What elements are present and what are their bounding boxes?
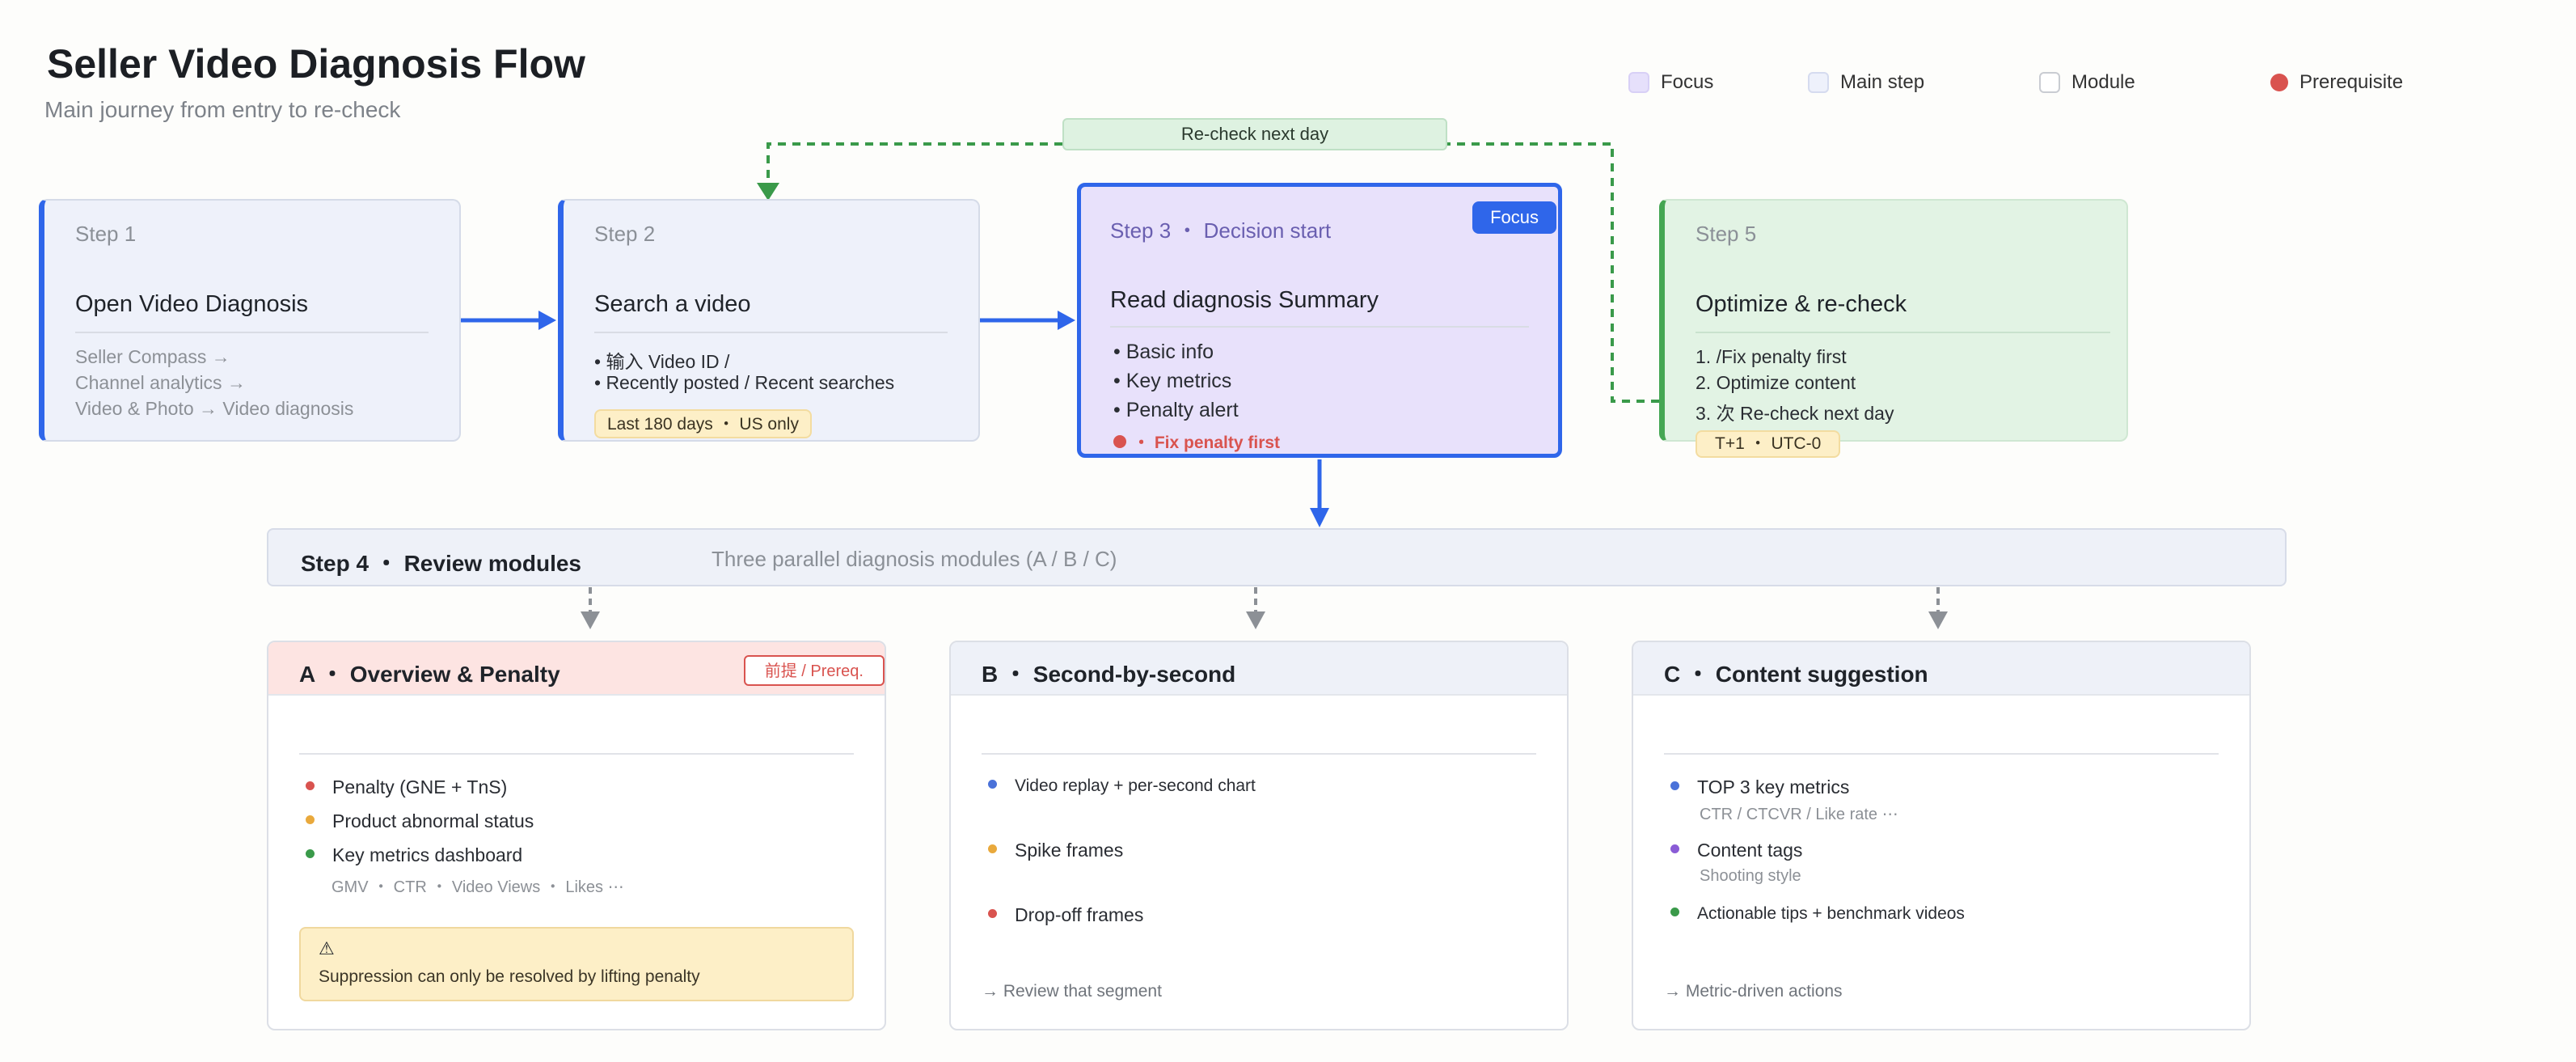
module-c-item-label: Actionable tips + benchmark videos — [1697, 904, 1965, 923]
recheck-label: Re-check next day — [1062, 118, 1447, 150]
module-c-item-tips: Actionable tips + benchmark videos — [1670, 904, 1965, 924]
module-c-tags-sub: Shooting style — [1700, 867, 1801, 885]
red-dot-icon — [988, 909, 997, 919]
step-5-title: Optimize & re-check — [1696, 291, 1907, 317]
module-a-warning: ⚠ Suppression can only be resolved by li… — [299, 927, 854, 1001]
module-a-warning-text: Suppression can only be resolved by lift… — [319, 967, 700, 986]
module-c-footer[interactable]: → Metric-driven actions — [1664, 982, 1843, 1001]
step-5-line: 2. Optimize content — [1696, 372, 1856, 393]
step-2-line: • 输入 Video ID / — [594, 351, 730, 372]
step-1-number: Step 1 — [75, 222, 137, 246]
step-1-line: Video & Photo → Video diagnosis — [75, 398, 354, 419]
step-3-alert-text: ・ Fix penalty first — [1133, 434, 1281, 452]
module-c-card[interactable]: C ・ Content suggestion TOP 3 key metrics… — [1632, 641, 2251, 1030]
recheck-arrowhead — [757, 183, 779, 201]
step-5-card[interactable]: Step 5 Optimize & re-check 1. /Fix penal… — [1659, 199, 2128, 458]
module-a-divider — [299, 753, 854, 755]
prerequisite-badge: 前提 / Prereq. — [743, 655, 885, 686]
module-c-title: C ・ Content suggestion — [1664, 662, 1928, 687]
module-a-card[interactable]: A ・ Overview & Penalty 前提 / Prereq. Pena… — [267, 641, 886, 1030]
step-2-title: Search a video — [594, 291, 751, 317]
module-b-item-label: Video replay + per-second chart — [1015, 776, 1256, 795]
prerequisite-dot-icon — [1113, 435, 1126, 449]
green-dot-icon — [1670, 907, 1679, 916]
module-c-top3-sub: CTR / CTCVR / Like rate ⋯ — [1700, 806, 1898, 823]
step-1-title: Open Video Diagnosis — [75, 291, 309, 317]
step-2-number: Step 2 — [594, 222, 656, 246]
step-2-scope-tag: Last 180 days ・ US only — [594, 409, 812, 438]
module-a-item-label: Penalty (GNE + TnS) — [332, 776, 508, 798]
blue-dot-icon — [1670, 781, 1679, 791]
recheck-loop-connector-left — [766, 142, 1062, 186]
arrow-step2-step3-head — [1058, 311, 1075, 330]
module-b-item-replay: Video replay + per-second chart — [988, 776, 1256, 796]
step-3-divider — [1110, 326, 1529, 328]
step-5-divider — [1696, 332, 2110, 333]
module-a-item-penalty: Penalty (GNE + TnS) — [306, 776, 507, 798]
module-c-item-label: TOP 3 key metrics — [1697, 776, 1850, 798]
module-b-item-spike: Spike frames — [988, 840, 1123, 861]
step-2-divider — [594, 332, 948, 333]
module-b-item-dropoff: Drop-off frames — [988, 904, 1143, 926]
module-c-item-top3: TOP 3 key metrics — [1670, 776, 1849, 798]
module-a-item-label: Product abnormal status — [332, 810, 534, 831]
arrow-step4-module-c-head — [1928, 611, 1948, 629]
step-1-line: Channel analytics → — [75, 372, 246, 393]
arrow-step4-module-a-head — [581, 611, 600, 629]
module-a-item-product-status: Product abnormal status — [306, 810, 534, 832]
module-b-divider — [982, 753, 1536, 755]
module-c-item-tags: Content tags — [1670, 840, 1802, 861]
step-5-number: Step 5 — [1696, 222, 1757, 246]
orange-dot-icon — [306, 815, 315, 825]
step-5-time-tag: T+1 ・ UTC-0 — [1696, 430, 1841, 458]
purple-dot-icon — [1670, 844, 1679, 854]
step-5-line: 1. /Fix penalty first — [1696, 346, 1847, 367]
arrow-step1-step2-head — [538, 311, 556, 330]
module-a-item-key-metrics: Key metrics dashboard — [306, 844, 522, 866]
step-3-penalty-alert: ・ Fix penalty first — [1113, 429, 1280, 454]
step-2-card[interactable]: Step 2 Search a video • 输入 Video ID / • … — [558, 199, 980, 442]
step-4-subtitle: Three parallel diagnosis modules (A / B … — [712, 547, 1117, 571]
step-3-card[interactable]: Step 3 ・ Decision start Focus Read diagn… — [1077, 183, 1562, 458]
step-1-card[interactable]: Step 1 Open Video Diagnosis Seller Compa… — [39, 199, 461, 442]
step-3-title: Read diagnosis Summary — [1110, 287, 1379, 313]
arrow-step4-module-b-head — [1246, 611, 1265, 629]
green-dot-icon — [306, 849, 315, 859]
step-4-title: Step 4 ・ Review modules — [301, 551, 581, 576]
module-c-divider — [1664, 753, 2219, 755]
warning-icon: ⚠ — [319, 938, 335, 958]
module-b-card[interactable]: B ・ Second-by-second Video replay + per-… — [949, 641, 1569, 1030]
orange-dot-icon — [988, 844, 997, 854]
step-1-line: Seller Compass → — [75, 346, 230, 367]
step-3-line: • Penalty alert — [1113, 399, 1239, 421]
module-b-footer[interactable]: → Review that segment — [982, 982, 1162, 1001]
module-b-item-label: Spike frames — [1015, 840, 1124, 861]
step-3-number: Step 3 ・ Decision start — [1110, 218, 1332, 243]
module-b-item-label: Drop-off frames — [1015, 904, 1144, 925]
red-dot-icon — [306, 781, 315, 791]
step-2-line: • Recently posted / Recent searches — [594, 372, 895, 393]
blue-dot-icon — [988, 779, 997, 789]
module-b-title: B ・ Second-by-second — [982, 662, 1236, 687]
step-1-divider — [75, 332, 429, 333]
focus-badge: Focus — [1472, 201, 1556, 234]
module-c-item-label: Content tags — [1697, 840, 1803, 861]
step-3-line: • Key metrics — [1113, 370, 1232, 392]
step-3-line: • Basic info — [1113, 341, 1214, 363]
arrow-step3-step4-head — [1310, 508, 1329, 527]
module-a-item-label: Key metrics dashboard — [332, 844, 523, 865]
module-a-title: A ・ Overview & Penalty — [299, 662, 560, 687]
step-5-line: 3. 次 Re-check next day — [1696, 403, 1894, 424]
module-a-metrics-sub: GMV ・ CTR ・ Video Views ・ Likes ⋯ — [332, 878, 624, 896]
